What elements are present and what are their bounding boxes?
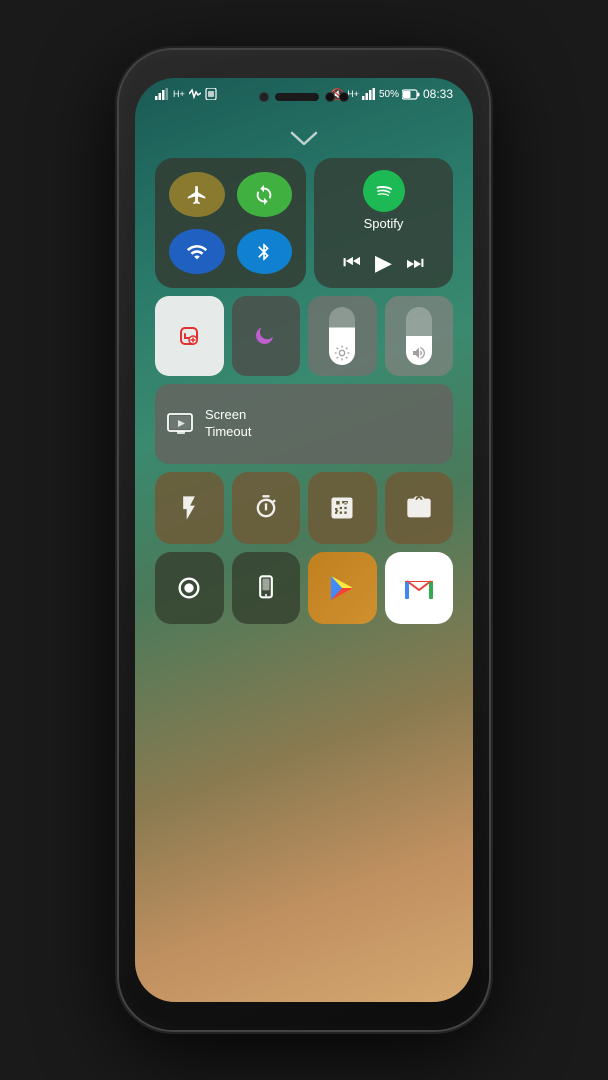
wifi-button[interactable] [169,229,225,274]
battery-icon [402,89,420,100]
row-quick-toggles [155,296,453,376]
phone-frame: H+ 🔇 H+ 50% [119,50,489,1030]
spotify-logo [363,170,405,212]
chevron-down-icon[interactable] [290,130,318,153]
signal-bars [362,88,376,100]
rotation-lock-button[interactable] [237,172,293,217]
screen-timeout-label: Screen Timeout [205,407,251,441]
spotify-top: Spotify [363,170,405,231]
play-store-app[interactable] [308,552,377,624]
sim-icon [205,88,217,100]
time-display: 08:33 [423,87,453,101]
earpiece [275,93,319,101]
play-button[interactable]: ▶ [375,250,392,276]
bluetooth-button[interactable] [237,229,293,274]
activity-icon [189,88,201,100]
mobile-view-app[interactable] [232,552,301,624]
spotify-panel: Spotify ⏮ ▶ ⏭ [314,158,453,288]
row-screen-timeout: Screen Timeout [155,384,453,464]
phone-screen: H+ 🔇 H+ 50% [135,78,473,1002]
battery-percent: 50% [379,89,399,100]
row-connectivity-spotify: Spotify ⏮ ▶ ⏭ [155,158,453,288]
row-apps-1 [155,472,453,544]
gmail-app[interactable] [385,552,454,624]
timer-app[interactable] [232,472,301,544]
prev-button[interactable]: ⏮ [343,252,361,275]
slider-brightness[interactable] [308,296,377,376]
signal-icon [155,88,169,100]
rotation-lock-toggle[interactable] [155,296,224,376]
spotify-label: Spotify [364,216,404,231]
rear-cam-2 [339,92,349,102]
control-center: Spotify ⏮ ▶ ⏭ [155,158,453,982]
night-mode-toggle[interactable] [232,296,301,376]
front-camera [259,92,269,102]
connectivity-panel [155,158,306,288]
slider-volume[interactable] [385,296,454,376]
next-button[interactable]: ⏭ [406,252,424,275]
camera-app[interactable] [385,472,454,544]
calculator-app[interactable] [308,472,377,544]
camera-area [259,92,349,102]
airplane-mode-button[interactable] [169,172,225,217]
rear-cameras [325,92,349,102]
screen-timeout-button[interactable]: Screen Timeout [155,384,453,464]
rear-cam-1 [325,92,335,102]
row-apps-2 [155,552,453,624]
network-type: H+ [173,89,185,99]
screen-record-app[interactable] [155,552,224,624]
media-controls: ⏮ ▶ ⏭ [343,250,424,276]
status-left: H+ [155,88,217,100]
flashlight-app[interactable] [155,472,224,544]
